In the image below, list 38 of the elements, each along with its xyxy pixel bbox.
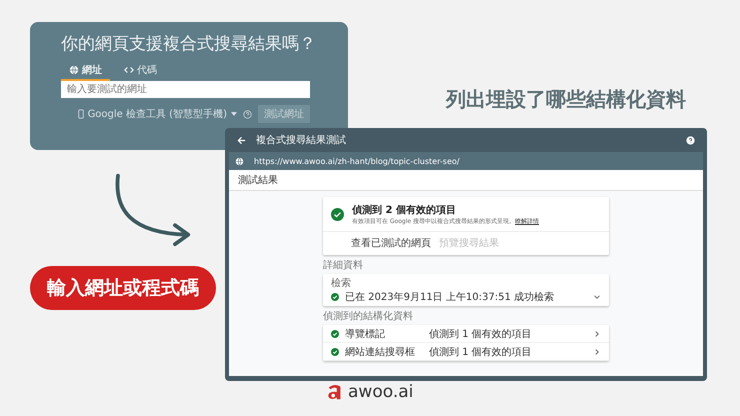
globe-icon — [69, 65, 79, 75]
heading: 列出埋設了哪些結構化資料 — [446, 86, 686, 113]
window-title: 複合式搜尋結果測試 — [256, 134, 347, 147]
check-icon — [331, 293, 339, 301]
structured-data-row[interactable]: 網站連結搜尋框 偵測到 1 個有效的項目 — [323, 343, 609, 361]
chevron-right-icon — [593, 330, 601, 338]
check-icon — [331, 208, 344, 221]
section-label: 詳細資料 — [323, 258, 364, 272]
logo-text: awoo.ai — [348, 382, 414, 402]
globe-icon — [235, 156, 244, 166]
item-status: 偵測到 1 個有效的項目 — [429, 328, 533, 340]
summary-title: 偵測到 2 個有效的項目 — [352, 204, 457, 217]
help-icon[interactable] — [243, 110, 252, 118]
chevron-down-icon[interactable] — [593, 293, 601, 301]
action-link[interactable]: 查看已測試的網頁 — [349, 234, 433, 252]
device-dropdown[interactable]: Google 檢查工具 (智慧型手機) — [78, 107, 237, 121]
structured-data-row[interactable]: 導覽標記 偵測到 1 個有效的項目 — [323, 325, 609, 343]
page-url: https://www.awoo.ai/zh-hant/blog/topic-cluster-seo/ — [254, 156, 460, 166]
panel-title: 你的網頁支援複合式搜尋結果嗎？ — [61, 33, 310, 55]
crawl-label: 檢索 — [331, 276, 352, 290]
phone-icon — [78, 109, 84, 119]
caret-icon — [231, 112, 237, 116]
callout-label: 輸入網址或程式碼 — [30, 266, 216, 310]
chevron-right-icon — [593, 348, 601, 356]
crawl-status: 已在 2023年9月11日 上午10:37:51 成功檢索 — [345, 290, 555, 304]
section-label: 偵測到的結構化資料 — [323, 310, 414, 323]
item-status: 偵測到 1 個有效的項目 — [429, 346, 533, 358]
item-name: 網站連結搜尋框 — [345, 346, 416, 358]
test-url-button[interactable]: 測試網址 — [258, 105, 310, 123]
section-title: 測試結果 — [238, 174, 278, 187]
url-input[interactable]: 輸入要測試的網址 — [61, 81, 310, 98]
back-arrow-icon[interactable] — [237, 136, 246, 144]
check-icon — [331, 348, 339, 356]
code-icon — [124, 65, 134, 75]
item-name: 導覽標記 — [345, 328, 386, 340]
help-icon[interactable] — [686, 136, 695, 144]
check-icon — [331, 330, 339, 338]
tab[interactable]: 代碼 — [116, 61, 165, 81]
